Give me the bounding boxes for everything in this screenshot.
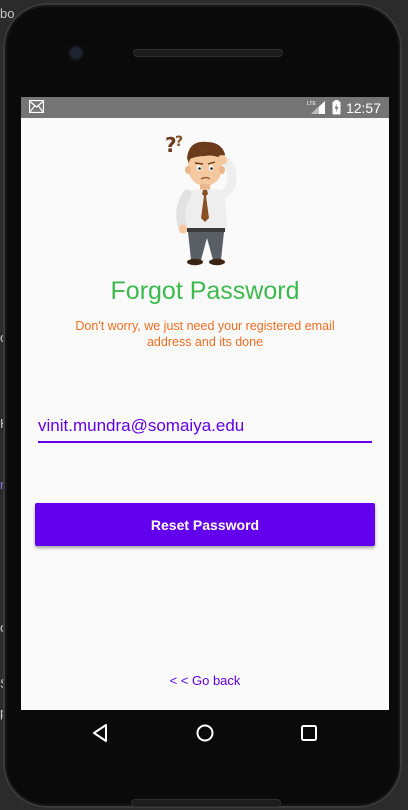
svg-text:LTE: LTE — [307, 101, 316, 107]
reset-password-button[interactable]: Reset Password — [35, 503, 375, 546]
earpiece-speaker — [133, 49, 283, 57]
svg-text:?: ? — [175, 134, 183, 150]
navigation-bar — [21, 710, 389, 756]
front-camera — [70, 47, 82, 59]
page-subtitle: Don't worry, we just need your registere… — [75, 319, 335, 349]
email-field[interactable] — [38, 413, 372, 443]
back-triangle-icon[interactable] — [90, 722, 112, 744]
status-time: 12:57 — [345, 99, 381, 116]
page-title: Forgot Password — [110, 277, 300, 305]
status-icons: LTE 12:57 — [306, 99, 381, 116]
status-bar: LTE 12:57 — [21, 97, 389, 118]
battery-charging-icon — [332, 100, 341, 115]
home-circle-icon[interactable] — [194, 722, 216, 744]
gmail-notification-icon — [29, 100, 44, 113]
app-screen: LTE 12:57 ? ? Forgot Password Don't worr… — [21, 97, 389, 710]
lte-signal-icon: LTE — [306, 100, 325, 114]
confused-man-illustration: ? ? — [165, 133, 237, 266]
recents-square-icon[interactable] — [298, 722, 320, 744]
go-back-link[interactable]: < < Go back — [21, 673, 389, 688]
bottom-speaker — [131, 799, 281, 807]
